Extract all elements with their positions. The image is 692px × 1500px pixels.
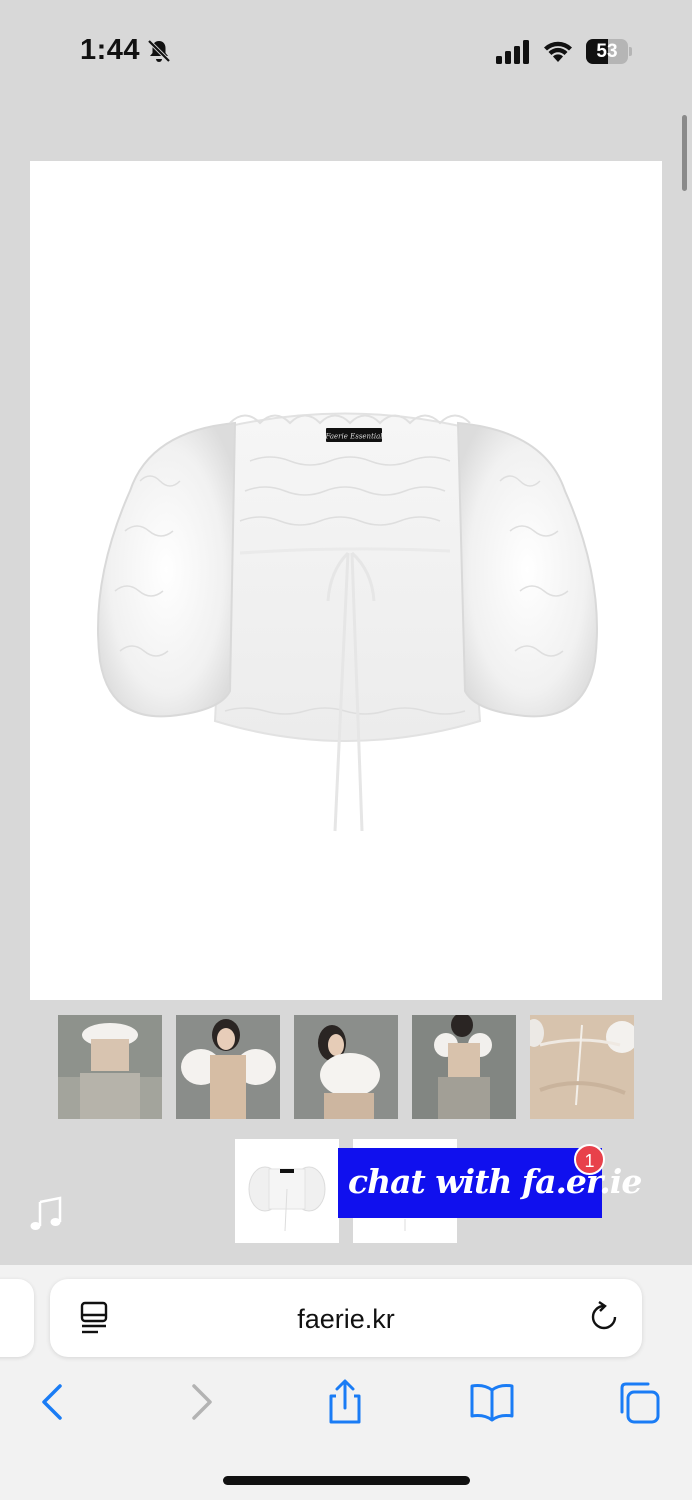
- product-main-image[interactable]: Faerie Essential: [30, 161, 662, 1000]
- battery-icon: 53: [586, 39, 632, 64]
- thumbnail-selected[interactable]: [235, 1139, 339, 1243]
- reload-icon[interactable]: [588, 1301, 620, 1333]
- chat-button[interactable]: chat with fa.er.ie: [338, 1148, 642, 1218]
- thumbnail-strip: [58, 1015, 638, 1119]
- thumbnail[interactable]: [530, 1015, 634, 1119]
- battery-level: 53: [596, 41, 618, 62]
- bolero-image: Faerie Essential: [97, 412, 598, 832]
- previous-tab-card[interactable]: [0, 1279, 34, 1357]
- forward-icon[interactable]: [178, 1378, 226, 1426]
- address-bar[interactable]: faerie.kr: [50, 1279, 642, 1357]
- thumbnail[interactable]: [58, 1015, 162, 1119]
- home-indicator[interactable]: [223, 1476, 470, 1485]
- status-time: 1:44: [80, 34, 141, 66]
- chat-notification-badge: 1: [574, 1144, 605, 1175]
- thumbnail[interactable]: [294, 1015, 398, 1119]
- wifi-icon: [544, 41, 572, 62]
- share-icon[interactable]: [321, 1378, 369, 1426]
- thumbnail[interactable]: [412, 1015, 516, 1119]
- music-note-icon[interactable]: [28, 1196, 64, 1232]
- status-bar: 1:44 53: [0, 0, 692, 100]
- tabs-icon[interactable]: [614, 1378, 662, 1426]
- bell-slash-icon: [147, 39, 171, 63]
- back-icon[interactable]: [28, 1378, 76, 1426]
- product-label: Faerie Essential: [324, 433, 382, 441]
- url-text: faerie.kr: [297, 1304, 395, 1334]
- signal-icon: [496, 40, 529, 64]
- thumbnail[interactable]: [176, 1015, 280, 1119]
- bookmarks-icon[interactable]: [468, 1378, 516, 1426]
- scroll-indicator[interactable]: [682, 115, 687, 191]
